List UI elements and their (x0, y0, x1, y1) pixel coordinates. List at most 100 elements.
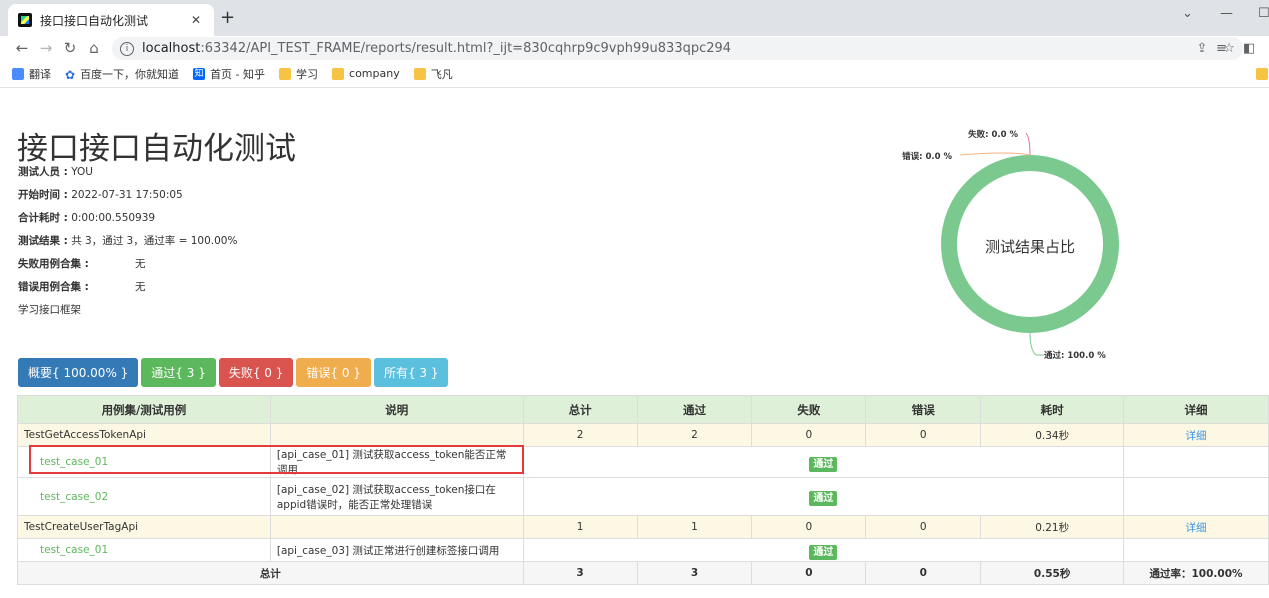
donut-chart-svg: 测试结果占比 通过: 100.0 % 失败: 0.0 % 错误: 0.0 % (902, 129, 1119, 361)
site-info-icon[interactable]: i (120, 41, 134, 56)
browser-tab-strip: 接口接口自动化测试 ✕ + ⌄ — ☐ (0, 0, 1269, 36)
tab-search-chevron-icon[interactable]: ⌄ (1182, 6, 1193, 21)
case-status-cell: 通过 (522, 446, 1125, 478)
pass-rate: 通过率：100.00% (1123, 561, 1269, 585)
home-icon[interactable]: ⌂ (82, 39, 106, 57)
minimize-window-icon[interactable]: — (1220, 6, 1233, 21)
forward-arrow-icon[interactable]: → (34, 39, 58, 57)
suite-time: 0.21秒 (980, 515, 1125, 539)
tab-title: 接口接口自动化测试 (40, 13, 149, 28)
pycharm-favicon-icon (18, 13, 32, 27)
chart-title: 测试结果占比 (985, 238, 1075, 256)
case-row: test_case_02 [api_case_02] 测试获取access_to… (17, 477, 1269, 516)
reload-icon[interactable]: ↻ (58, 39, 82, 57)
suite-detail-cell: 详细 (1123, 423, 1269, 447)
result-table: 用例集/测试用例 说明 总计 通过 失败 错误 耗时 详细 TestGetAcc… (17, 395, 1269, 585)
case-name[interactable]: test_case_01 (17, 538, 271, 562)
result-value: 共 3，通过 3，通过率 = 100.00% (71, 235, 238, 247)
url-path: :63342/API_TEST_FRAME/reports/result.htm… (200, 41, 732, 56)
bookmark-folder-feifan[interactable]: 飞凡 (413, 66, 453, 82)
column-header: 错误 (865, 395, 982, 424)
case-row: test_case_01 [api_case_01] 测试获取access_to… (17, 446, 1269, 478)
suite-error: 0 (865, 423, 982, 447)
start-time-label: 开始时间 : (18, 189, 68, 201)
folder-icon (413, 67, 426, 80)
bookmarks-bar: 翻译 ✿ 百度一下，你就知道 知 首页 - 知乎 学习 company 飞凡 (0, 60, 1269, 88)
all-filter-button[interactable]: 所有{ 3 } (373, 358, 449, 387)
start-time-line: 开始时间 : 2022-07-31 17:50:05 (18, 187, 183, 202)
start-time-value: 2022-07-31 17:50:05 (71, 189, 183, 201)
baidu-paw-icon: ✿ (65, 67, 76, 82)
pass-status-badge[interactable]: 通过 (809, 456, 838, 472)
failed-cases-value: 无 (135, 258, 146, 270)
suite-total: 1 (522, 515, 638, 539)
url-host: localhost (142, 41, 201, 56)
column-header: 总计 (522, 395, 638, 424)
slice-label-1: 失败: 0.0 % (968, 129, 1018, 140)
close-tab-icon[interactable]: ✕ (188, 13, 204, 27)
side-panel-icon[interactable]: ◧ (1243, 41, 1255, 56)
new-tab-button[interactable]: + (220, 7, 235, 28)
suite-fail: 0 (751, 423, 867, 447)
bookmark-zhihu[interactable]: 知 首页 - 知乎 (193, 66, 265, 82)
pass-status-badge[interactable]: 通过 (809, 544, 838, 560)
bookmark-folder-study[interactable]: 学习 (279, 66, 318, 82)
error-filter-button[interactable]: 错误{ 0 } (296, 358, 371, 387)
folder-icon (279, 67, 292, 80)
bookmark-folder-company[interactable]: company (332, 67, 400, 80)
suite-error: 0 (865, 515, 982, 539)
bookmark-baidu[interactable]: ✿ 百度一下，你就知道 (65, 66, 179, 82)
suite-total: 2 (522, 423, 638, 447)
leader-line-2 (959, 152, 1031, 156)
share-icon[interactable]: ⇪ (1196, 41, 1207, 56)
suite-fail: 0 (751, 515, 867, 539)
case-detail-cell (1123, 477, 1269, 516)
case-detail-cell (1123, 446, 1269, 478)
browser-tab[interactable]: 接口接口自动化测试 ✕ (8, 4, 214, 36)
case-name[interactable]: test_case_02 (17, 477, 271, 516)
column-header: 耗时 (980, 395, 1125, 424)
bookmark-label: 飞凡 (430, 67, 453, 81)
detail-link[interactable]: 详细 (1186, 522, 1207, 534)
case-description: [api_case_03] 测试正常进行创建标签接口调用 (269, 538, 524, 562)
suite-pass: 2 (636, 423, 753, 447)
summary-button[interactable]: 概要{ 100.00% } (18, 358, 139, 387)
column-header: 通过 (636, 395, 753, 424)
suite-description (269, 515, 524, 539)
leader-line-1 (1025, 132, 1031, 156)
leader-line-0 (1029, 332, 1044, 356)
duration-label: 合计耗时 : (18, 212, 68, 224)
total-pass: 3 (636, 561, 753, 585)
folder-icon (332, 67, 345, 80)
suite-description (269, 423, 524, 447)
column-header: 失败 (751, 395, 867, 424)
bookmark-translate[interactable]: 翻译 (12, 66, 51, 82)
failed-cases-line: 失败用例合集 : 无 (18, 256, 218, 271)
fail-filter-button[interactable]: 失败{ 0 } (218, 358, 294, 387)
total-error: 0 (865, 561, 982, 585)
pass-filter-button[interactable]: 通过{ 3 } (141, 358, 216, 387)
result-label: 测试结果 : (18, 235, 68, 247)
case-name[interactable]: test_case_01 (17, 446, 271, 478)
slice-label-2: 错误: 0.0 % (902, 151, 952, 162)
pass-status-badge[interactable]: 通过 (809, 491, 838, 506)
back-arrow-icon[interactable]: ← (10, 39, 34, 57)
detail-link[interactable]: 详细 (1186, 430, 1207, 442)
report-description: 学习接口框架 (18, 304, 81, 316)
filter-button-group: 概要{ 100.00% } 通过{ 3 } 失败{ 0 } 错误{ 0 } 所有… (18, 358, 449, 387)
maximize-window-icon[interactable]: ☐ (1258, 6, 1269, 21)
translate-icon (12, 67, 24, 80)
other-bookmarks-folder-icon[interactable] (1256, 68, 1268, 80)
case-description: [api_case_01] 测试获取access_token能否正常调用 (269, 446, 524, 478)
bookmark-label: 首页 - 知乎 (210, 67, 266, 81)
failed-cases-label: 失败用例合集 : (18, 258, 89, 270)
bookmark-label: 百度一下，你就知道 (80, 67, 180, 81)
reading-list-icon[interactable]: ≡ (1216, 41, 1227, 56)
total-count: 3 (522, 561, 638, 585)
suite-pass: 1 (636, 515, 753, 539)
url-bar[interactable]: i localhost :63342/API_TEST_FRAME/report… (112, 37, 1243, 60)
tester-value: YOU (71, 166, 93, 178)
suite-name: TestGetAccessTokenApi (17, 423, 271, 447)
total-label: 总计 (17, 561, 524, 585)
suite-time: 0.34秒 (980, 423, 1125, 447)
